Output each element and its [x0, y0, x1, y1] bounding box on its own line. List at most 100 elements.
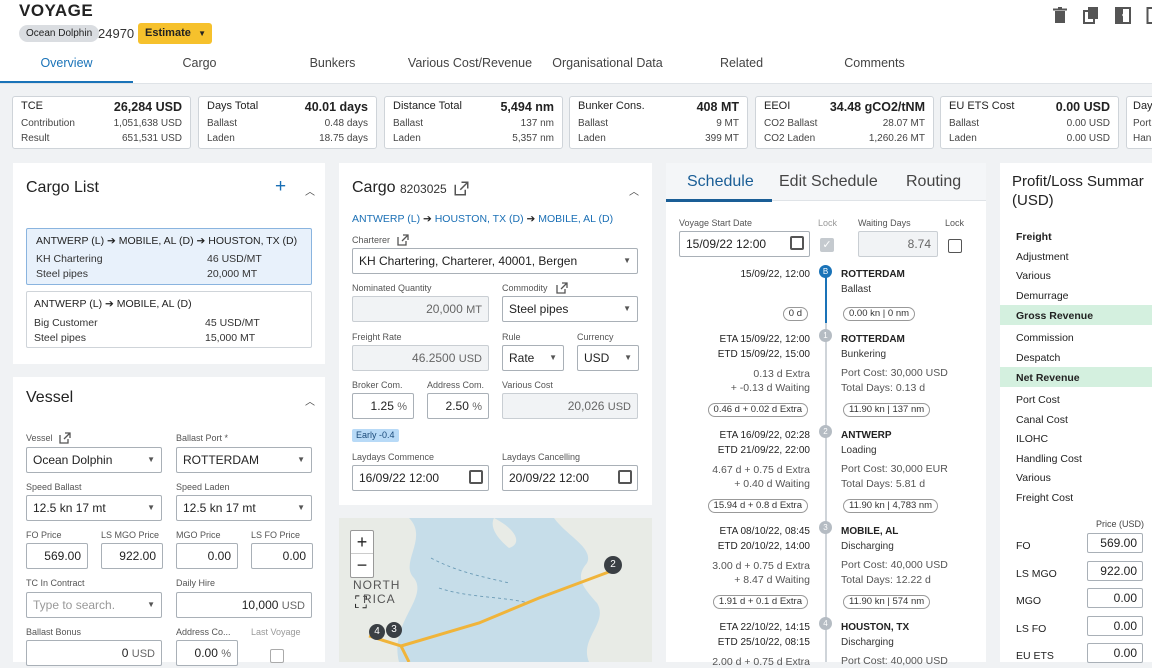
- ballast-bonus-input[interactable]: 0 USD: [26, 640, 162, 666]
- lock-label: Lock: [945, 218, 964, 228]
- cargo-quantity: 20,000 MT: [207, 268, 257, 280]
- stop-eta: ETA 15/09/22, 12:00: [720, 334, 810, 345]
- fo-price-input[interactable]: 569.00: [26, 543, 88, 569]
- address-commission-input[interactable]: 2.50 %: [427, 393, 489, 419]
- price-input-eu-ets[interactable]: 0.00: [1087, 643, 1143, 663]
- timeline-marker: 3: [819, 521, 832, 534]
- nominated-quantity-input[interactable]: 20,000 MT: [352, 296, 489, 322]
- rule-select[interactable]: Rate▼: [502, 345, 564, 371]
- zoom-out-button[interactable]: −: [351, 554, 373, 577]
- tab-overview[interactable]: Overview: [0, 56, 133, 70]
- export-icon[interactable]: [1143, 7, 1152, 24]
- open-external-icon[interactable]: [556, 282, 568, 294]
- various-cost-input[interactable]: 20,026 USD: [502, 393, 638, 419]
- kpi-card-eeoi: EEOI34.48 gCO2/tNM CO2 Ballast28.07 MT C…: [755, 96, 934, 149]
- kpi-card-days-total: Days Total40.01 days Ballast0.48 days La…: [198, 96, 377, 149]
- tab-edit-schedule[interactable]: Edit Schedule: [779, 173, 878, 191]
- tab-cargo[interactable]: Cargo: [133, 56, 266, 70]
- lsmgo-price-input[interactable]: 922.00: [101, 543, 163, 569]
- broker-commission-input[interactable]: 1.25 %: [352, 393, 414, 419]
- daily-hire-input[interactable]: 10,000 USD: [176, 592, 312, 618]
- price-input-lsmgo[interactable]: 922.00: [1087, 561, 1143, 581]
- map-marker[interactable]: 2: [604, 556, 622, 574]
- commodity-select[interactable]: Steel pipes▼: [502, 296, 638, 322]
- delete-icon[interactable]: [1052, 7, 1068, 24]
- add-cargo-icon[interactable]: +: [275, 176, 286, 198]
- laydays-cancelling-input[interactable]: 20/09/22 12:00: [502, 465, 638, 491]
- tab-various-cost-revenue[interactable]: Various Cost/Revenue: [400, 56, 540, 70]
- tab-related[interactable]: Related: [675, 56, 808, 70]
- ballast-bonus-value: 0: [122, 646, 129, 660]
- speed-laden-select[interactable]: 12.5 kn 17 mt▼: [176, 495, 312, 521]
- kpi-sub-value: 651,531 USD: [122, 133, 182, 144]
- price-label-lsmgo: LS MGO: [1016, 568, 1057, 580]
- route-port[interactable]: ANTWERP (L): [352, 213, 420, 225]
- lock-checkbox-checked[interactable]: ✓: [820, 238, 834, 252]
- caret-down-icon: ▼: [549, 346, 557, 370]
- kpi-sub-label: Port: [1133, 118, 1151, 129]
- map-marker[interactable]: 3: [386, 622, 402, 638]
- tc-contract-select[interactable]: Type to search.▼: [26, 592, 162, 618]
- early-badge: Early -0.4: [352, 429, 399, 442]
- waiting-days-input[interactable]: 8.74: [858, 231, 938, 257]
- stop-total-days: Total Days: 0.13 d: [841, 382, 925, 394]
- address-commission-input[interactable]: 0.00 %: [176, 640, 238, 666]
- ballast-port-select[interactable]: ROTTERDAM▼: [176, 447, 312, 473]
- status-label: Estimate: [145, 27, 191, 39]
- currency-select[interactable]: USD▼: [577, 345, 639, 371]
- freight-rate-input[interactable]: 46.2500 USD: [352, 345, 489, 371]
- tab-schedule[interactable]: Schedule: [687, 173, 754, 191]
- vessel-select[interactable]: Ocean Dolphin▼: [26, 447, 162, 473]
- tab-organisational-data[interactable]: Organisational Data: [540, 56, 675, 70]
- route-port[interactable]: HOUSTON, TX (D): [435, 213, 524, 225]
- cargo-list-item[interactable]: ANTWERP (L) ➔ MOBILE, AL (D) ➔ HOUSTON, …: [26, 228, 312, 285]
- leg-speed-distance: 11.90 kn | 574 nm: [843, 595, 930, 609]
- last-voyage-checkbox[interactable]: [270, 649, 284, 663]
- lock-checkbox[interactable]: [948, 239, 962, 253]
- tab-routing[interactable]: Routing: [906, 173, 961, 191]
- lsfo-price-input[interactable]: 0.00: [251, 543, 313, 569]
- caret-down-icon: ▼: [624, 346, 632, 370]
- compare-icon[interactable]: [1115, 7, 1131, 24]
- voyage-start-input[interactable]: 15/09/22 12:00: [679, 231, 810, 257]
- price-input-mgo[interactable]: 0.00: [1087, 588, 1143, 608]
- leg-duration: 0 d: [783, 307, 808, 321]
- chevron-up-icon[interactable]: ︿: [305, 393, 315, 408]
- kpi-value: 0.00 USD: [1056, 100, 1110, 114]
- chevron-up-icon[interactable]: ︿: [629, 183, 639, 198]
- stop-port: HOUSTON, TX: [841, 622, 909, 633]
- laydays-commence-input[interactable]: 16/09/22 12:00: [352, 465, 489, 491]
- cargo-charterer: Big Customer: [34, 317, 98, 329]
- kpi-sub-label: Laden: [207, 133, 235, 144]
- open-external-icon[interactable]: [454, 181, 469, 196]
- price-input-lsfo[interactable]: 0.00: [1087, 616, 1143, 636]
- open-external-icon[interactable]: [59, 432, 71, 444]
- charterer-select[interactable]: KH Chartering, Charterer, 40001, Bergen▼: [352, 248, 638, 274]
- lock-label: Lock: [818, 218, 837, 228]
- map-marker[interactable]: 4: [369, 624, 385, 640]
- status-dropdown[interactable]: Estimate▼: [138, 23, 212, 44]
- speed-ballast-select[interactable]: 12.5 kn 17 mt▼: [26, 495, 162, 521]
- tab-bunkers[interactable]: Bunkers: [266, 56, 399, 70]
- calendar-icon[interactable]: [469, 470, 483, 484]
- zoom-in-button[interactable]: +: [351, 531, 373, 554]
- calendar-icon[interactable]: [790, 236, 804, 250]
- mgo-price-input[interactable]: 0.00: [176, 543, 238, 569]
- timeline-marker: B: [819, 265, 832, 278]
- caret-down-icon: ▼: [147, 496, 155, 520]
- chevron-up-icon[interactable]: ︿: [305, 183, 315, 198]
- tab-comments[interactable]: Comments: [808, 56, 941, 70]
- speed-laden-label: Speed Laden: [176, 482, 230, 492]
- stop-port-cost: Port Cost: 30,000 USD: [841, 367, 948, 379]
- ballast-port-label: Ballast Port *: [176, 433, 228, 443]
- open-external-icon[interactable]: [397, 234, 409, 246]
- price-label-eu-ets: EU ETS: [1016, 650, 1054, 662]
- route-port[interactable]: MOBILE, AL (D): [538, 213, 613, 225]
- vessel-chip[interactable]: Ocean Dolphin: [19, 25, 99, 42]
- copy-icon[interactable]: [1083, 7, 1099, 24]
- cargo-list-item[interactable]: ANTWERP (L) ➔ MOBILE, AL (D) Big Custome…: [26, 291, 312, 348]
- price-input-fo[interactable]: 569.00: [1087, 533, 1143, 553]
- route-map[interactable]: + − ⛶ NORTH RICA 2 4 3: [339, 518, 652, 662]
- calendar-icon[interactable]: [618, 470, 632, 484]
- commodity-label: Commodity: [502, 283, 548, 293]
